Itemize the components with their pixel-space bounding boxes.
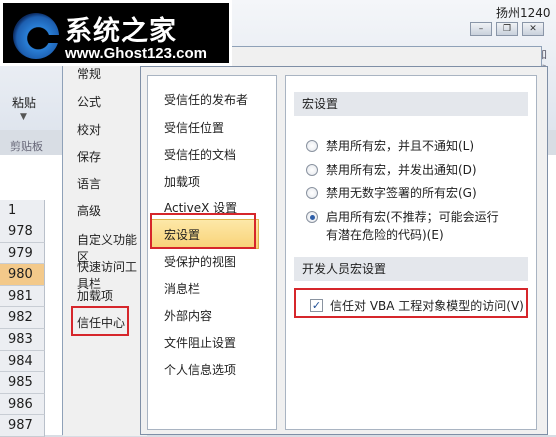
row-header[interactable]: 981 bbox=[0, 285, 45, 308]
options-nav-formulas[interactable]: 公式 bbox=[77, 93, 101, 110]
paste-button[interactable]: 粘贴 bbox=[12, 94, 36, 111]
window-controls[interactable]: – ❐ ✕ bbox=[470, 22, 544, 36]
options-nav-language[interactable]: 语言 bbox=[77, 175, 101, 192]
radio-label: 禁用无数字签署的所有宏(G) bbox=[326, 186, 477, 200]
options-nav-advanced[interactable]: 高级 bbox=[77, 202, 101, 219]
row-headers: 978 979 980 981 982 983 984 985 986 987 bbox=[0, 221, 45, 437]
row-header[interactable]: 1 bbox=[0, 200, 45, 222]
row-header[interactable]: 985 bbox=[0, 372, 45, 394]
row-header[interactable]: 986 bbox=[0, 393, 45, 416]
options-nav-proofing[interactable]: 校对 bbox=[77, 121, 101, 138]
nav-addins[interactable]: 加载项 bbox=[164, 173, 200, 190]
site-logo: 系统之家 www.Ghost123.com bbox=[0, 0, 232, 66]
radio-label: 禁用所有宏，并发出通知(D) bbox=[326, 163, 477, 177]
nav-trusted-publishers[interactable]: 受信任的发布者 bbox=[164, 91, 248, 108]
nav-trusted-locations[interactable]: 受信任位置 bbox=[164, 119, 224, 136]
nav-trusted-documents[interactable]: 受信任的文档 bbox=[164, 146, 236, 163]
radio-label: 禁用所有宏，并且不通知(L) bbox=[326, 139, 475, 153]
radio-label: 启用所有宏(不推荐；可能会运行 bbox=[326, 210, 499, 224]
nav-message-bar[interactable]: 消息栏 bbox=[164, 280, 200, 297]
highlight-trust-center bbox=[71, 306, 129, 336]
highlight-vba-access bbox=[294, 288, 528, 318]
logo-mark-icon bbox=[13, 13, 61, 59]
nav-protected-view[interactable]: 受保护的视图 bbox=[164, 253, 236, 270]
developer-section-header: 开发人员宏设置 bbox=[294, 257, 528, 281]
close-icon[interactable]: ✕ bbox=[522, 22, 544, 36]
radio-disable-no-notify[interactable] bbox=[306, 140, 318, 152]
title-text: 扬州1240 bbox=[496, 6, 551, 20]
options-nav-addins[interactable]: 加载项 bbox=[77, 287, 113, 304]
nav-external-content[interactable]: 外部内容 bbox=[164, 307, 212, 324]
row-header[interactable]: 987 bbox=[0, 415, 45, 437]
trust-center-nav: 受信任的发布者 受信任位置 受信任的文档 加载项 ActiveX 设置 宏设置 … bbox=[147, 75, 277, 430]
row-header[interactable]: 978 bbox=[0, 221, 45, 243]
minimize-icon[interactable]: – bbox=[470, 22, 492, 36]
row-header[interactable]: 982 bbox=[0, 307, 45, 329]
macro-section-header: 宏设置 bbox=[294, 92, 528, 116]
nav-privacy-options[interactable]: 个人信息选项 bbox=[164, 361, 236, 378]
highlight-macro-settings bbox=[150, 213, 256, 249]
row-header[interactable]: 984 bbox=[0, 350, 45, 373]
chevron-down-icon[interactable]: ▼ bbox=[20, 112, 27, 122]
radio-disable-with-notify[interactable] bbox=[306, 164, 318, 176]
radio-disable-unsigned[interactable] bbox=[306, 187, 318, 199]
macro-settings-panel: 宏设置 禁用所有宏，并且不通知(L) 禁用所有宏，并发出通知(D) 禁用无数字签… bbox=[285, 75, 537, 430]
logo-title: 系统之家 bbox=[65, 16, 177, 47]
row-header-selected[interactable]: 980 bbox=[0, 264, 45, 286]
clipboard-group-label: 剪贴板 bbox=[10, 140, 43, 153]
radio-enable-all[interactable] bbox=[306, 211, 318, 223]
logo-url: www.Ghost123.com bbox=[65, 45, 207, 62]
row-header[interactable]: 983 bbox=[0, 328, 45, 351]
nav-file-block-settings[interactable]: 文件阻止设置 bbox=[164, 334, 236, 351]
options-nav: 常规 公式 校对 保存 语言 高级 自定义功能区 快速访问工具栏 加载项 信任中… bbox=[63, 47, 147, 436]
restore-icon[interactable]: ❐ bbox=[496, 22, 518, 36]
radio-label-cont: 有潜在危险的代码)(E) bbox=[326, 228, 444, 242]
options-nav-save[interactable]: 保存 bbox=[77, 148, 101, 165]
trust-center-dialog: 受信任的发布者 受信任位置 受信任的文档 加载项 ActiveX 设置 宏设置 … bbox=[140, 66, 548, 435]
row-header[interactable]: 979 bbox=[0, 242, 45, 265]
options-nav-general[interactable]: 常规 bbox=[77, 65, 101, 82]
